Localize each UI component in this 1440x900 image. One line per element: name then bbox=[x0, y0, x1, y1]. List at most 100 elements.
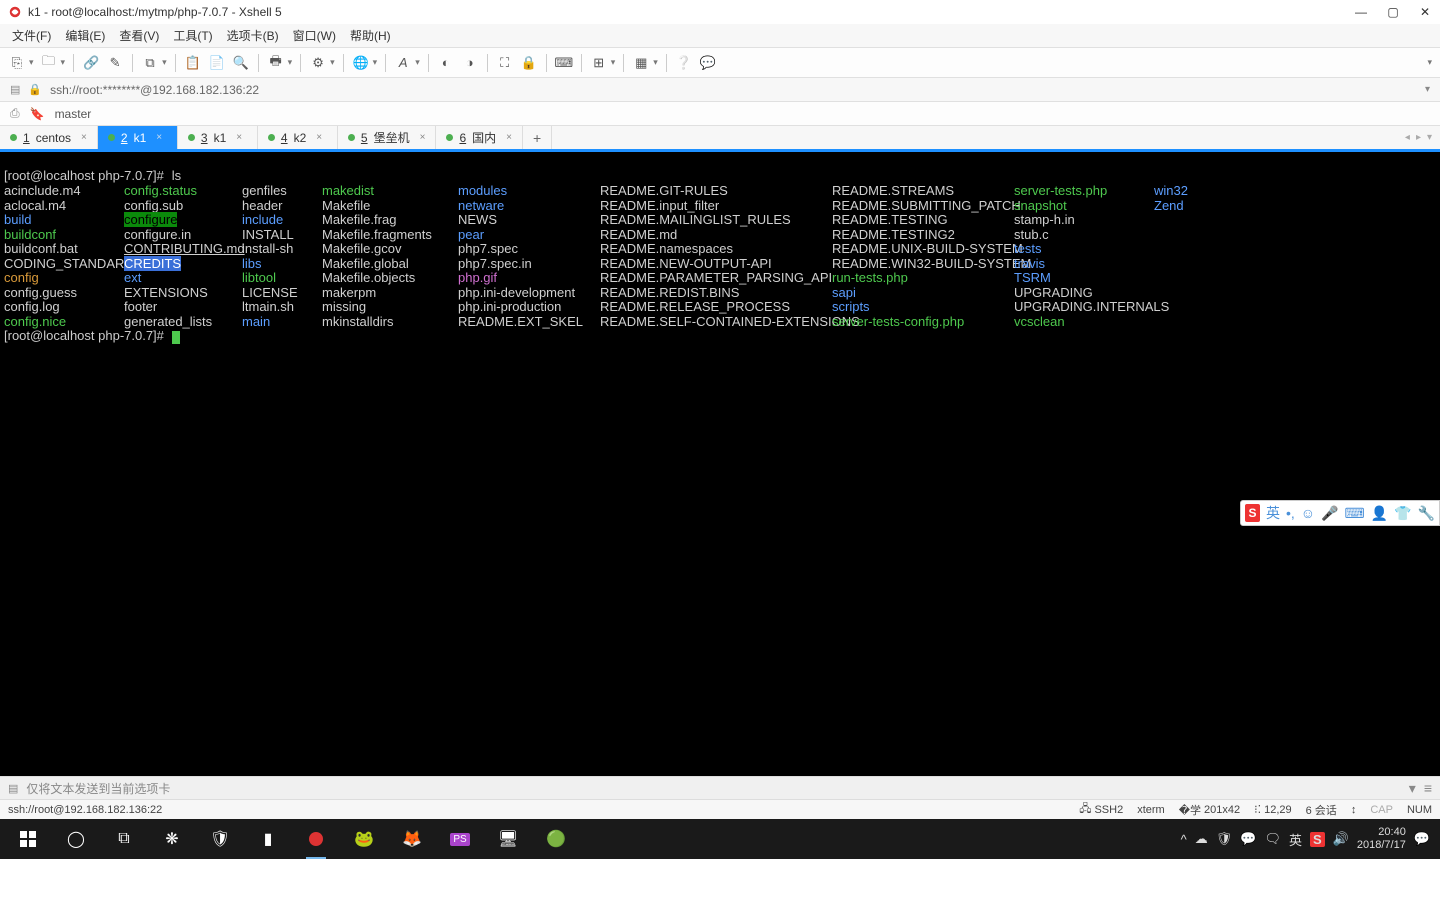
taskbar-firefox[interactable]: 🦊 bbox=[388, 819, 436, 859]
status-dot-icon bbox=[108, 134, 115, 141]
file-entry: Makefile.gcov bbox=[322, 242, 458, 257]
taskbar-app-3[interactable]: ▮ bbox=[244, 819, 292, 859]
tray-notifications-icon[interactable]: 💬 bbox=[1414, 831, 1430, 847]
add-icon[interactable]: ⊞ bbox=[590, 54, 608, 72]
tab-close-icon[interactable]: × bbox=[156, 132, 162, 143]
menu-file[interactable]: 文件(F) bbox=[12, 27, 51, 44]
session-tab[interactable]: 3 k1× bbox=[178, 126, 258, 149]
cortana-icon[interactable]: ◯ bbox=[52, 819, 100, 859]
compose-dropdown-icon[interactable]: ▾ bbox=[1409, 780, 1416, 797]
open-folder-icon[interactable]: 🗀 bbox=[40, 54, 58, 72]
properties-icon[interactable]: ⚙ bbox=[309, 54, 327, 72]
tab-next-icon[interactable]: ▸ bbox=[1416, 132, 1421, 143]
tab-close-icon[interactable]: × bbox=[236, 132, 242, 143]
tab-list-icon[interactable]: ▾ bbox=[1427, 132, 1432, 143]
taskbar-vm[interactable]: 🖥 bbox=[484, 819, 532, 859]
start-button[interactable] bbox=[4, 819, 52, 859]
tile-icon[interactable]: ▦ bbox=[632, 54, 650, 72]
ime-emoji-icon[interactable]: ☺ bbox=[1301, 505, 1315, 521]
taskbar-app-4[interactable]: 🐸 bbox=[340, 819, 388, 859]
new-tab-button[interactable]: + bbox=[523, 126, 552, 149]
help-icon[interactable]: ❔ bbox=[675, 54, 693, 72]
ime-bar[interactable]: S 英 •, ☺ 🎤 ⌨ 👤 👕 🔧 bbox=[1240, 500, 1440, 526]
file-entry: snapshot bbox=[1014, 199, 1154, 214]
menu-window[interactable]: 窗口(W) bbox=[293, 27, 336, 44]
tab-close-icon[interactable]: × bbox=[420, 132, 426, 143]
find-icon[interactable]: 🔍 bbox=[232, 54, 250, 72]
tray-wechat-icon[interactable]: 💬 bbox=[1240, 831, 1256, 847]
tray-sogou-icon[interactable]: S bbox=[1310, 832, 1325, 847]
color2-icon[interactable]: ◑ bbox=[461, 54, 479, 72]
copy-icon[interactable]: ⧉ bbox=[141, 54, 159, 72]
print-icon[interactable]: 🖶 bbox=[267, 54, 285, 72]
paste2-icon[interactable]: 📄 bbox=[208, 54, 226, 72]
file-entry: Zend bbox=[1154, 199, 1214, 214]
compose-menu-icon[interactable]: ≡ bbox=[1424, 780, 1432, 796]
tray-shield-icon[interactable]: 🛡 bbox=[1216, 831, 1233, 847]
lock-icon[interactable]: 🔒 bbox=[520, 54, 538, 72]
taskbar-app-5[interactable]: 🟢 bbox=[532, 819, 580, 859]
session-tab[interactable]: 6 国内× bbox=[436, 126, 523, 149]
session-tab[interactable]: 2 k1× bbox=[98, 126, 178, 149]
compose-input[interactable]: 仅将文本发送到当前选项卡 bbox=[26, 780, 1400, 797]
menu-help[interactable]: 帮助(H) bbox=[350, 27, 391, 44]
file-entry: README.PARAMETER_PARSING_API bbox=[600, 271, 832, 286]
minimize-button[interactable]: — bbox=[1354, 5, 1368, 19]
file-entry: README.TESTING bbox=[832, 213, 1014, 228]
maximize-button[interactable]: ▢ bbox=[1386, 5, 1400, 19]
taskbar-app-1[interactable]: ❋ bbox=[148, 819, 196, 859]
script-icon[interactable]: ▤ bbox=[10, 83, 20, 96]
ime-kbd-icon[interactable]: ⌨ bbox=[1344, 505, 1364, 522]
globe-icon[interactable]: 🌐 bbox=[352, 54, 370, 72]
ime-punct-icon[interactable]: •, bbox=[1286, 505, 1295, 521]
menu-edit[interactable]: 编辑(E) bbox=[65, 27, 105, 44]
tray-lang[interactable]: 英 bbox=[1289, 830, 1302, 849]
session-url[interactable]: ssh://root:********@192.168.182.136:22 bbox=[50, 83, 259, 97]
address-dropdown-icon[interactable]: ▾ bbox=[1425, 84, 1430, 95]
ime-settings-icon[interactable]: 🔧 bbox=[1418, 505, 1435, 522]
fullscreen-icon[interactable]: ⛶ bbox=[496, 54, 514, 72]
keypad-icon[interactable]: ⌨ bbox=[555, 54, 573, 72]
taskbar-app-2[interactable]: 🛡 bbox=[196, 819, 244, 859]
taskbar-phpstorm[interactable]: PS bbox=[436, 819, 484, 859]
taskbar-xshell[interactable] bbox=[292, 819, 340, 859]
toolbar-overflow-icon[interactable]: ▾ bbox=[1427, 57, 1432, 68]
sogou-icon[interactable]: S bbox=[1245, 504, 1260, 522]
menu-view[interactable]: 查看(V) bbox=[119, 27, 159, 44]
window-buttons: — ▢ ✕ bbox=[1354, 5, 1432, 19]
taskview-icon[interactable]: ⧉ bbox=[100, 819, 148, 859]
compose-target-icon[interactable]: ▤ bbox=[8, 782, 18, 795]
tray-volume-icon[interactable]: 🔊 bbox=[1333, 831, 1349, 847]
tray-up-icon[interactable]: ^ bbox=[1181, 832, 1187, 847]
file-entry: server-tests.php bbox=[1014, 184, 1154, 199]
bookmark-add-icon[interactable]: ⎙ bbox=[10, 106, 20, 121]
disconnect-icon[interactable]: ✎ bbox=[106, 54, 124, 72]
session-tab[interactable]: 5 堡垒机× bbox=[338, 126, 437, 149]
menu-tools[interactable]: 工具(T) bbox=[173, 27, 212, 44]
tab-close-icon[interactable]: × bbox=[316, 132, 322, 143]
tray-chat-icon[interactable]: 🗨 bbox=[1264, 831, 1281, 847]
ime-skin-icon[interactable]: 👕 bbox=[1394, 505, 1411, 522]
tab-close-icon[interactable]: × bbox=[81, 132, 87, 143]
tray-clock[interactable]: 20:40 2018/7/17 bbox=[1357, 826, 1406, 852]
session-tab[interactable]: 4 k2× bbox=[258, 126, 338, 149]
tray-cloud-icon[interactable]: ☁ bbox=[1195, 831, 1208, 847]
new-session-icon[interactable]: ⎘ bbox=[8, 54, 26, 72]
font-icon[interactable]: A bbox=[394, 54, 412, 72]
bookmark-icon[interactable]: 🔖 bbox=[30, 107, 45, 121]
bookmark-label[interactable]: master bbox=[55, 107, 92, 121]
reconnect-icon[interactable]: 🔗 bbox=[82, 54, 100, 72]
paste-icon[interactable]: 📋 bbox=[184, 54, 202, 72]
file-entry: server-tests-config.php bbox=[832, 315, 1014, 330]
ime-mic-icon[interactable]: 🎤 bbox=[1321, 505, 1338, 522]
tab-prev-icon[interactable]: ◂ bbox=[1405, 132, 1410, 143]
chat-icon[interactable]: 💬 bbox=[699, 54, 717, 72]
ime-user-icon[interactable]: 👤 bbox=[1371, 505, 1388, 522]
close-button[interactable]: ✕ bbox=[1418, 5, 1432, 19]
ime-lang[interactable]: 英 bbox=[1266, 503, 1280, 523]
tab-close-icon[interactable]: × bbox=[506, 132, 512, 143]
menu-tab[interactable]: 选项卡(B) bbox=[227, 27, 279, 44]
terminal[interactable]: [root@localhost php-7.0.7]# ls acinclude… bbox=[0, 152, 1440, 776]
color1-icon[interactable]: ◐ bbox=[437, 54, 455, 72]
session-tab[interactable]: 1 centos× bbox=[0, 126, 98, 149]
